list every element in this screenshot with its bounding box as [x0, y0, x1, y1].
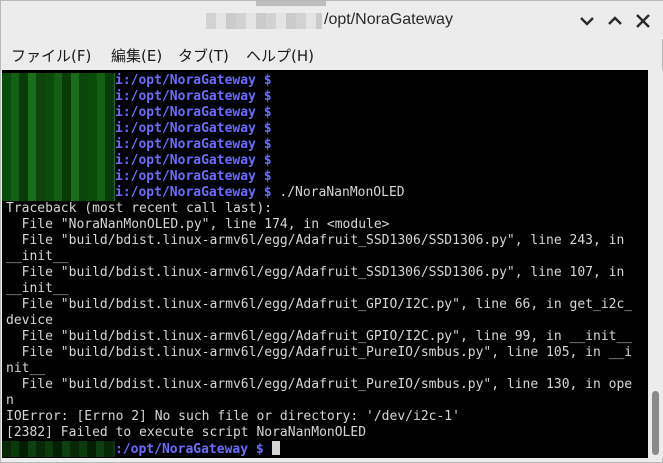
redacted-user-host	[2, 441, 115, 457]
prompt-line: i:/opt/NoraGateway $	[115, 73, 272, 88]
redacted-user-host	[2, 169, 115, 185]
window-title: /opt/NoraGateway	[324, 11, 453, 28]
prompt-line: i:/opt/NoraGateway $	[115, 89, 272, 104]
scrollbar-thumb[interactable]	[652, 391, 659, 455]
current-prompt-line[interactable]: :/opt/NoraGateway $	[115, 441, 280, 457]
prompt-line: i:/opt/NoraGateway $	[115, 169, 272, 184]
redacted-user-host	[2, 137, 115, 153]
redacted-user-host	[2, 73, 115, 89]
prompt-line: i:/opt/NoraGateway $	[115, 137, 272, 152]
terminal-window: /opt/NoraGateway ファイル(F) 編集(E) タブ(T) ヘルプ…	[0, 0, 663, 463]
close-button[interactable]	[632, 10, 654, 32]
output-line: device	[6, 313, 53, 328]
menu-tabs[interactable]: タブ(T)	[178, 45, 229, 66]
menu-help[interactable]: ヘルプ(H)	[246, 45, 314, 66]
output-line: n	[6, 393, 14, 408]
redacted-user-host	[2, 153, 115, 169]
terminal-output[interactable]: i:/opt/NoraGateway $ i:/opt/NoraGateway …	[2, 70, 648, 458]
redacted-user-host	[2, 89, 115, 105]
error-line: IOError: [Errno 2] No such file or direc…	[6, 409, 460, 424]
title-bar[interactable]: /opt/NoraGateway	[1, 1, 663, 39]
command-text: ./NoraNanMonOLED	[271, 185, 405, 200]
redacted-user-host	[2, 121, 115, 137]
output-line: File "build/bdist.linux-armv6l/egg/Adafr…	[6, 297, 633, 312]
menu-edit[interactable]: 編集(E)	[111, 45, 162, 66]
command-line: i:/opt/NoraGateway $ ./NoraNanMonOLED	[115, 185, 405, 200]
failure-line: [2382] Failed to execute script NoraNanM…	[6, 425, 367, 440]
text-cursor	[271, 441, 280, 455]
output-line: File "build/bdist.linux-armv6l/egg/Adafr…	[6, 345, 633, 360]
background-window-edge	[256, 1, 326, 6]
terminal-scrollbar[interactable]	[649, 70, 663, 458]
redacted-user-host	[2, 185, 115, 201]
output-line: File "build/bdist.linux-armv6l/egg/Adafr…	[6, 265, 625, 280]
menu-bar: ファイル(F) 編集(E) タブ(T) ヘルプ(H)	[1, 41, 663, 69]
output-line: File "build/bdist.linux-armv6l/egg/Adafr…	[6, 233, 625, 248]
output-line: __init__	[6, 281, 69, 296]
close-icon	[636, 14, 650, 28]
chevron-down-icon	[580, 17, 594, 26]
output-line: nit__	[6, 361, 46, 376]
redacted-user-host	[2, 105, 115, 121]
output-line: __init__	[6, 249, 69, 264]
output-line: File "build/bdist.linux-armv6l/egg/Adafr…	[6, 329, 633, 344]
prompt-line: i:/opt/NoraGateway $	[115, 121, 272, 136]
chevron-up-icon	[608, 16, 622, 25]
output-line: File "NoraNanMonOLED.py", line 174, in <…	[6, 217, 390, 232]
prompt-line: i:/opt/NoraGateway $	[115, 105, 272, 120]
minimize-button[interactable]	[576, 10, 598, 32]
menu-file[interactable]: ファイル(F)	[11, 45, 91, 66]
maximize-button[interactable]	[604, 10, 626, 32]
output-line: File "build/bdist.linux-armv6l/egg/Adafr…	[6, 377, 633, 392]
prompt-line: i:/opt/NoraGateway $	[115, 153, 272, 168]
redacted-hostname	[206, 13, 322, 29]
output-line: Traceback (most recent call last):	[6, 201, 273, 216]
